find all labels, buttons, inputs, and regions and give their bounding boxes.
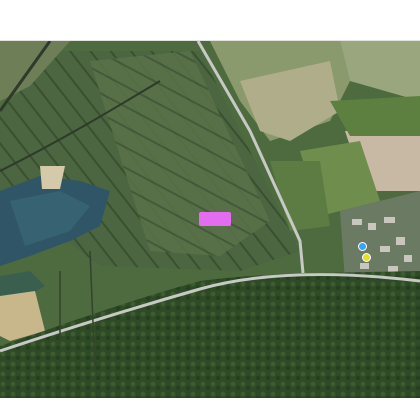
map-label-c[interactable] xyxy=(199,212,231,226)
blue-marker-icon[interactable] xyxy=(358,242,367,251)
map-footer xyxy=(0,398,420,420)
yellow-marker-icon[interactable] xyxy=(362,253,371,262)
top-bar xyxy=(0,0,420,41)
satellite-map[interactable] xyxy=(0,41,420,398)
